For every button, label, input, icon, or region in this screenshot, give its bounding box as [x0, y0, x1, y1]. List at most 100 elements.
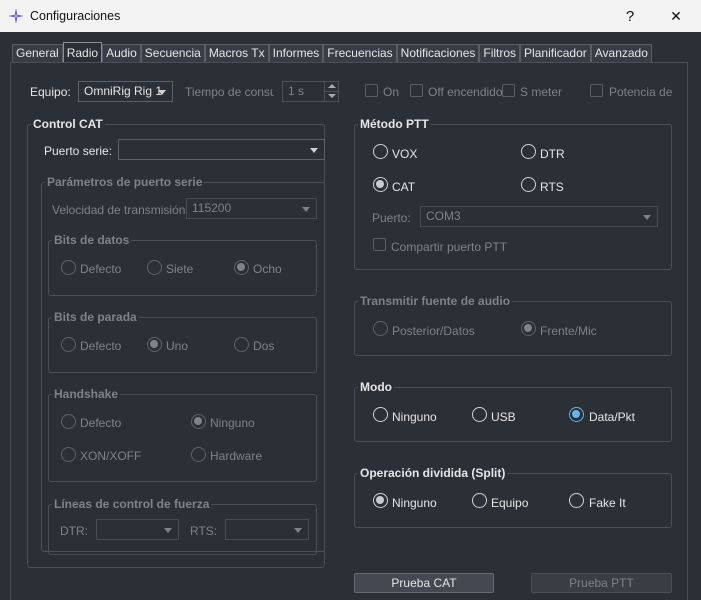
tab-notificaciones[interactable]: Notificaciones	[396, 44, 480, 62]
ptt-rts-radio[interactable]	[521, 177, 536, 192]
modo-title: Modo	[358, 380, 394, 394]
bits-parada-defecto-radio[interactable]	[61, 337, 76, 352]
equipo-select[interactable]: OmniRig Rig 1	[78, 81, 173, 102]
ptt-vox-radio[interactable]	[373, 144, 388, 159]
modo-ninguno-radio[interactable]	[373, 407, 388, 422]
bits-datos-siete-radio[interactable]	[147, 260, 162, 275]
bits-datos-defecto-radio[interactable]	[61, 260, 76, 275]
split-fake-radio[interactable]	[569, 493, 584, 508]
split-ninguno-radio[interactable]	[373, 493, 388, 508]
ptt-cat-radio[interactable]	[373, 177, 388, 192]
tab-general[interactable]: General	[12, 44, 63, 62]
bits-parada-defecto-label: Defecto	[80, 339, 122, 353]
bits-datos-siete-label: Siete	[166, 262, 194, 276]
on-label: On	[383, 85, 400, 99]
puerto-serie-select[interactable]	[118, 139, 325, 160]
help-button[interactable]: ?	[608, 0, 652, 32]
tab-radio[interactable]: Radio	[62, 42, 103, 62]
spin-down-icon[interactable]	[324, 92, 338, 102]
modo-usb-radio[interactable]	[472, 407, 487, 422]
parametros-title: Parámetros de puerto serie	[45, 175, 205, 189]
handshake-xon-radio[interactable]	[61, 447, 76, 462]
tab-macros-tx[interactable]: Macros Tx	[204, 44, 269, 62]
off-encendido-checkbox[interactable]	[410, 84, 423, 97]
chevron-down-icon	[310, 148, 318, 153]
tab-informes[interactable]: Informes	[268, 44, 324, 62]
puerto-serie-label: Puerto serie:	[44, 144, 113, 158]
equipo-label: Equipo:	[30, 85, 71, 99]
handshake-defecto-radio[interactable]	[61, 414, 76, 429]
split-ninguno-label: Ninguno	[392, 496, 437, 510]
chevron-down-icon	[302, 207, 310, 212]
modo-ninguno-label: Ninguno	[392, 410, 437, 424]
close-button[interactable]: ✕	[654, 0, 698, 32]
dtr-select[interactable]	[96, 519, 179, 540]
audio-posterior-radio[interactable]	[373, 321, 388, 336]
tiempo-value: 1 s	[288, 84, 305, 98]
lineas-title: Líneas de control de fuerza	[52, 497, 212, 511]
tiempo-spinbox[interactable]: 1 s	[282, 81, 339, 102]
chevron-down-icon	[164, 528, 172, 533]
bits-datos-title: Bits de datos	[52, 233, 132, 247]
velocidad-select[interactable]: 115200	[186, 198, 317, 219]
handshake-hardware-radio[interactable]	[191, 447, 206, 462]
ptt-dtr-radio[interactable]	[521, 144, 536, 159]
potencia-checkbox[interactable]	[590, 84, 603, 97]
handshake-ninguno-label: Ninguno	[210, 416, 255, 430]
audio-posterior-label: Posterior/Datos	[392, 324, 475, 338]
bits-parada-uno-radio[interactable]	[147, 337, 162, 352]
spin-up-icon[interactable]	[324, 82, 338, 92]
bits-datos-ocho-label: Ocho	[253, 262, 282, 276]
handshake-xon-label: XON/XOFF	[80, 449, 142, 463]
bits-datos-defecto-label: Defecto	[80, 262, 122, 276]
tab-avanzado[interactable]: Avanzado	[590, 44, 652, 62]
handshake-group	[48, 394, 317, 482]
ptt-dtr-label: DTR	[540, 147, 565, 161]
control-cat-title: Control CAT	[31, 117, 105, 131]
compartir-ptt-checkbox[interactable]	[373, 238, 386, 251]
off-encendido-label: Off encendido	[428, 85, 503, 99]
tab-frecuencias[interactable]: Frecuencias	[323, 44, 397, 62]
split-title: Operación dividida (Split)	[358, 466, 508, 480]
handshake-title: Handshake	[52, 387, 121, 401]
app-logo-icon	[8, 8, 24, 24]
ptt-cat-label: CAT	[392, 180, 416, 194]
on-checkbox[interactable]	[365, 84, 378, 97]
tab-secuencia[interactable]: Secuencia	[140, 44, 205, 62]
bits-parada-dos-label: Dos	[253, 339, 275, 353]
bits-parada-dos-radio[interactable]	[234, 337, 249, 352]
bits-datos-ocho-radio[interactable]	[234, 260, 249, 275]
metodo-ptt-title: Método PTT	[358, 117, 431, 131]
handshake-hardware-label: Hardware	[210, 449, 263, 463]
handshake-ninguno-radio[interactable]	[191, 414, 206, 429]
ptt-puerto-label: Puerto:	[372, 211, 411, 225]
window-title: Configuraciones	[30, 9, 121, 23]
audio-frente-label: Frente/Mic	[540, 324, 597, 338]
prueba-cat-button[interactable]: Prueba CAT	[354, 573, 494, 593]
tab-filtros[interactable]: Filtros	[479, 44, 521, 62]
split-equipo-label: Equipo	[491, 496, 529, 510]
smeter-checkbox[interactable]	[502, 84, 515, 97]
split-equipo-radio[interactable]	[472, 493, 487, 508]
ptt-rts-label: RTS	[540, 180, 564, 194]
title-bar: Configuraciones ? ✕	[0, 0, 701, 32]
tab-audio[interactable]: Audio	[102, 44, 141, 62]
split-fake-label: Fake It	[589, 496, 626, 510]
audio-frente-radio[interactable]	[521, 321, 536, 336]
rts-select[interactable]	[225, 519, 309, 540]
tiempo-label: Tiempo de consulta	[185, 85, 274, 99]
compartir-ptt-label: Compartir puerto PTT	[391, 240, 508, 254]
ptt-puerto-select[interactable]: COM3	[420, 206, 658, 227]
modo-usb-label: USB	[491, 410, 516, 424]
modo-data-label: Data/Pkt	[589, 410, 636, 424]
dtr-label: DTR:	[60, 524, 88, 538]
handshake-defecto-label: Defecto	[80, 416, 122, 430]
tab-planificador[interactable]: Planificador	[520, 44, 591, 62]
rts-label: RTS:	[190, 524, 218, 538]
fuente-audio-title: Transmitir fuente de audio	[358, 294, 513, 308]
modo-data-radio[interactable]	[569, 407, 584, 422]
bits-parada-uno-label: Uno	[166, 339, 189, 353]
chevron-down-icon	[158, 90, 166, 95]
prueba-ptt-button[interactable]: Prueba PTT	[531, 573, 672, 593]
tab-bar: General Radio Audio Secuencia Macros Tx …	[12, 42, 652, 62]
